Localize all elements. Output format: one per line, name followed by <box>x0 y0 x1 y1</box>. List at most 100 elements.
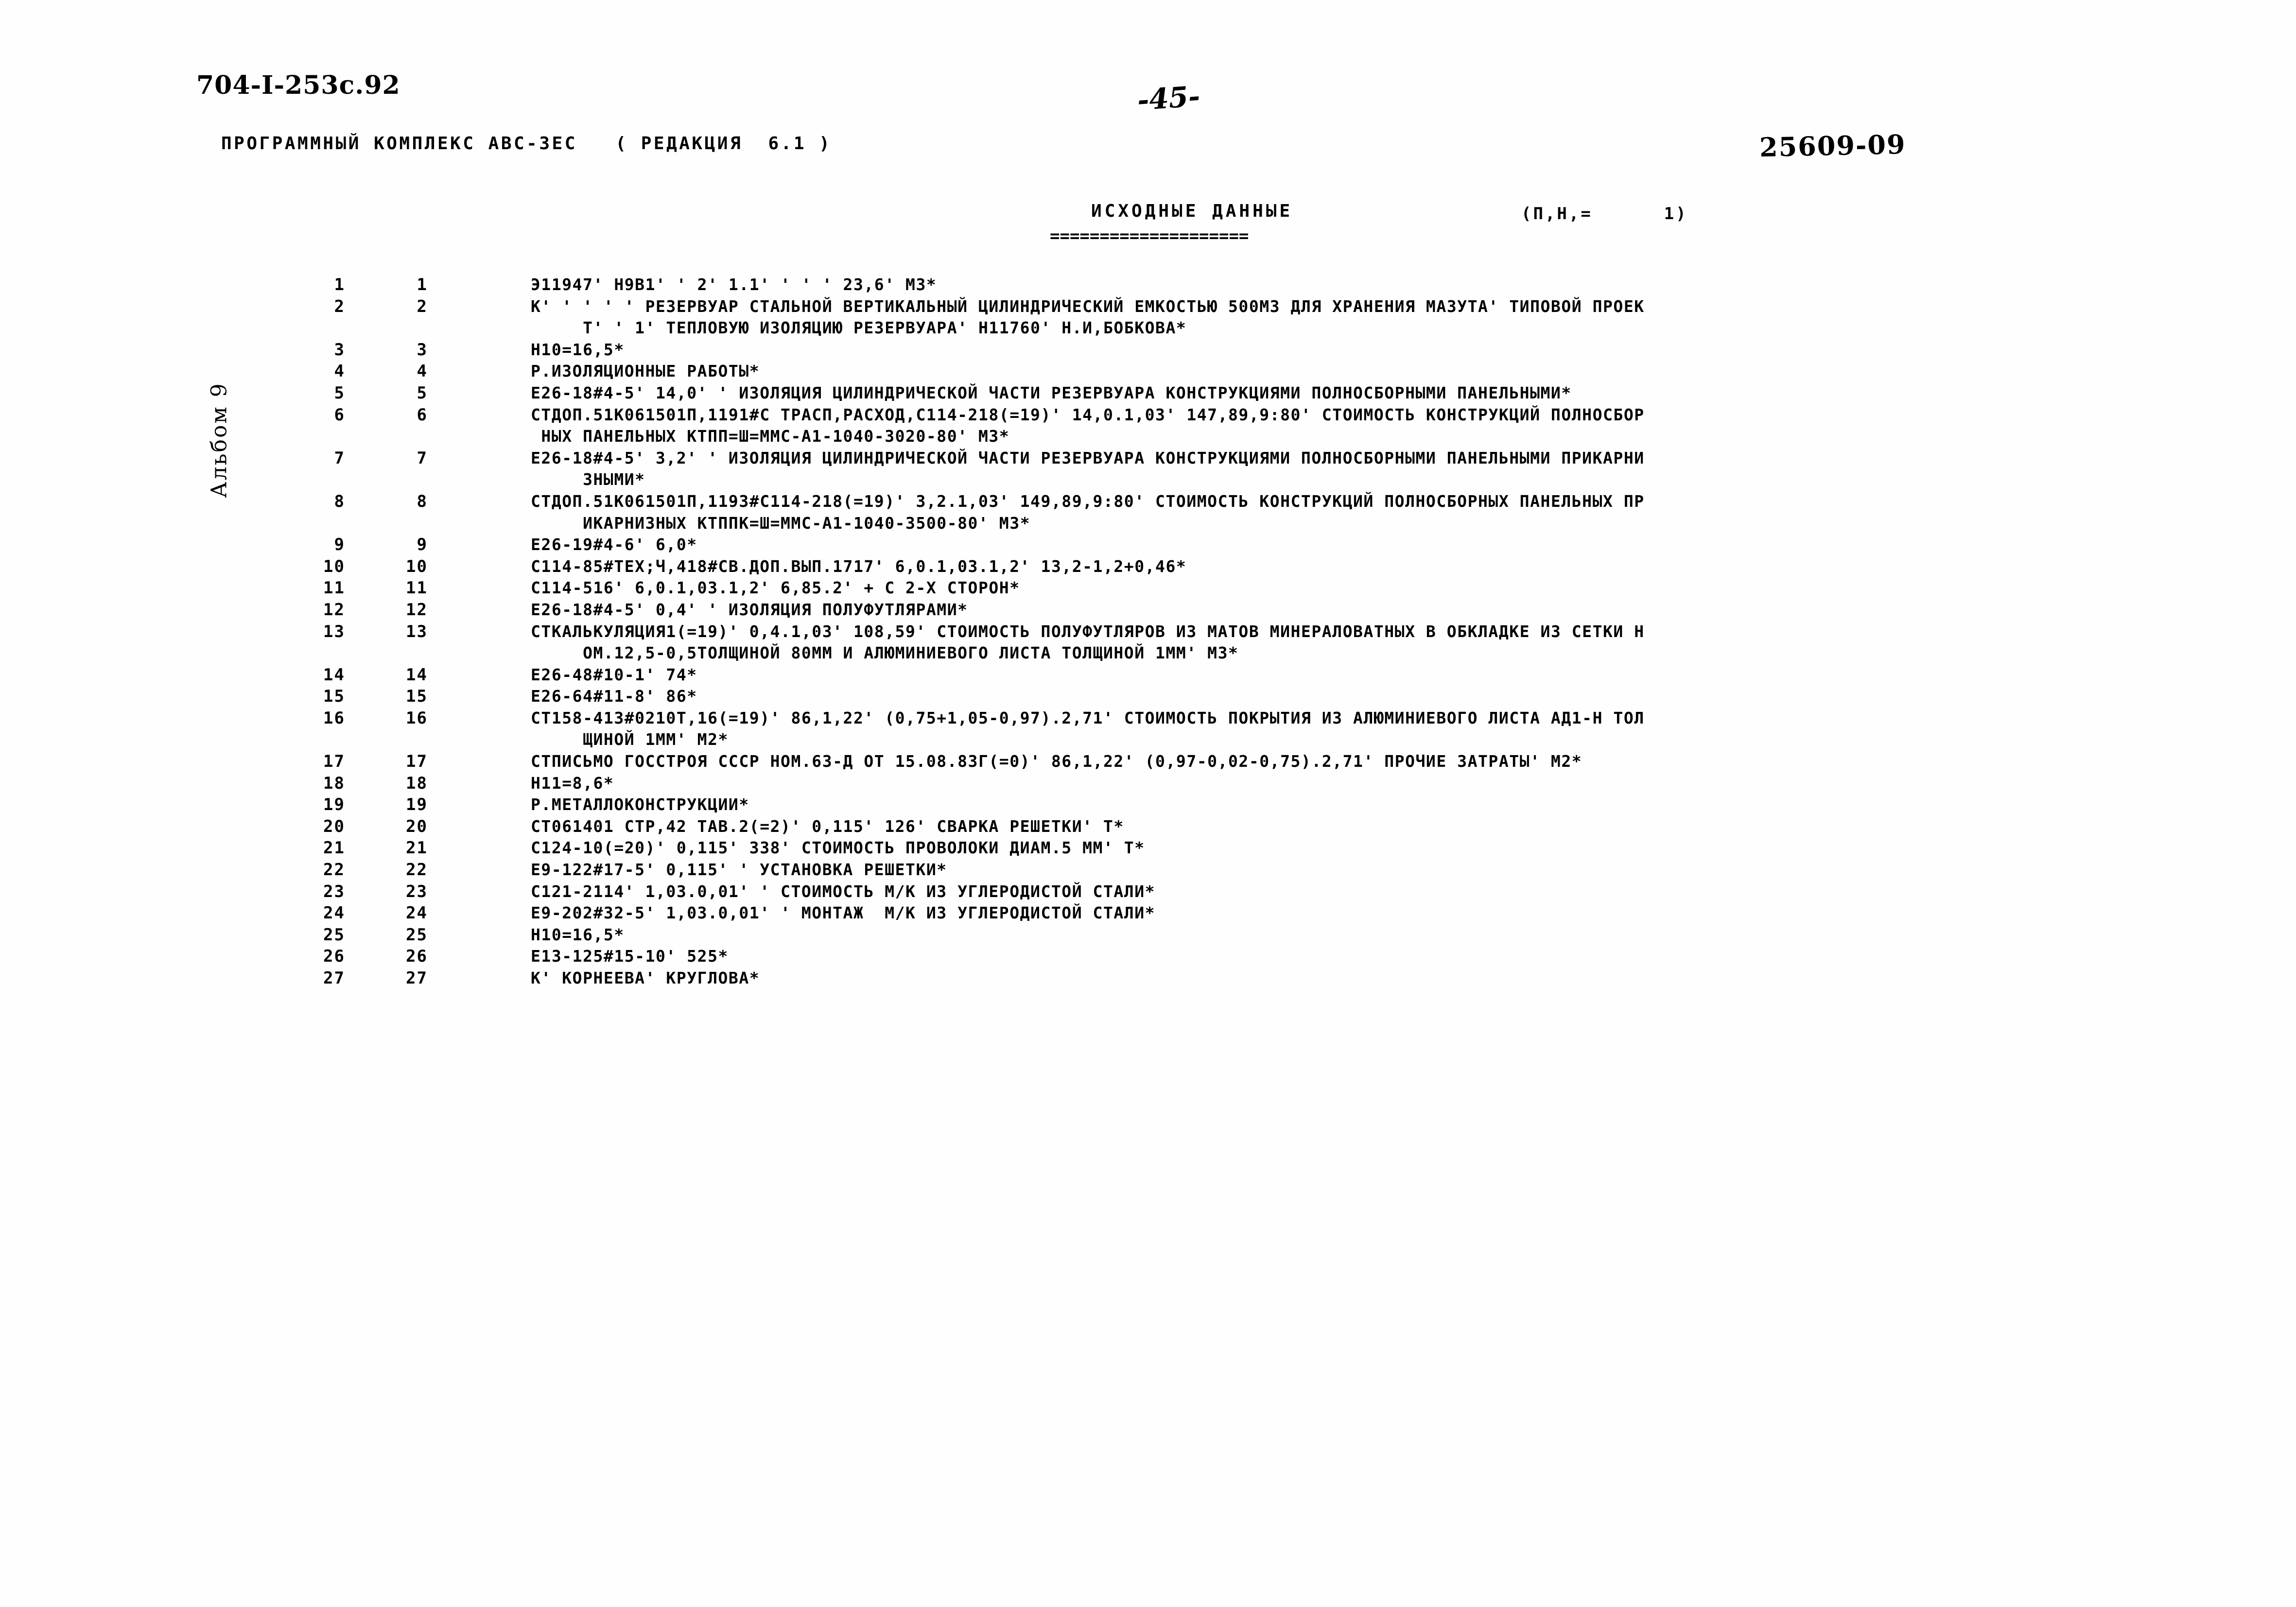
listing-row: 16 16 СТ158-413#0210Т,16(=19)' 86,1,22' (0… <box>0 708 2296 730</box>
row-text: Е26-18#4-5' 3,2' ' ИЗОЛЯЦИЯ ЦИЛИНДРИЧЕСК… <box>531 448 1645 467</box>
row-index-secondary: 16 <box>406 708 428 728</box>
row-text: СТКАЛЬКУЛЯЦИЯ1(=19)' 0,4.1,03' 108,59' С… <box>531 622 1645 641</box>
row-text: СТ061401 СТР,42 ТАВ.2(=2)' 0,115' 126' С… <box>531 816 1124 836</box>
row-text: С124-10(=20)' 0,115' 338' СТОИМОСТЬ ПРОВ… <box>531 838 1145 858</box>
listing-row: 15 15 Е26-64#11-8' 86* <box>0 687 2296 708</box>
row-index-secondary: 21 <box>406 838 428 858</box>
listing-row: ОМ.12,5-0,5ТОЛЩИНОЙ 80ММ И АЛЮМИНИЕВОГО … <box>0 643 2296 665</box>
row-index-secondary: 22 <box>406 860 428 880</box>
row-index-secondary: 26 <box>406 947 428 967</box>
row-text: С121-2114' 1,03.0,01' ' СТОИМОСТЬ М/К ИЗ… <box>531 881 1156 901</box>
row-index-secondary: 2 <box>417 296 428 316</box>
listing-row: Т' ' 1' ТЕПЛОВУЮ ИЗОЛЯЦИЮ РЕЗЕРВУАРА' Н1… <box>0 318 2296 340</box>
listing-row: НЫХ ПАНЕЛЬНЫХ КТПП=Ш=ММС-А1-1040-3020-80… <box>0 427 2296 449</box>
listing-row: 11 11 С114-516' 6,0.1,03.1,2' 6,85.2' + С … <box>0 578 2296 600</box>
row-text: Е26-18#4-5' 0,4' ' ИЗОЛЯЦИЯ ПОЛУФУТЛЯРАМ… <box>531 600 968 619</box>
row-index-primary: 6 <box>334 405 345 425</box>
listing-row: 21 21 С124-10(=20)' 0,115' 338' СТОИМОСТЬ … <box>0 838 2296 860</box>
row-text: Е9-122#17-5' 0,115' ' УСТАНОВКА РЕШЕТКИ* <box>531 860 947 880</box>
row-index-secondary: 14 <box>406 665 428 685</box>
listing-row: 24 24 Е9-202#32-5' 1,03.0,01' ' МОНТАЖ М/К… <box>0 903 2296 925</box>
listing-row: 18 18 Н11=8,6* <box>0 774 2296 795</box>
row-index-secondary: 24 <box>406 903 428 923</box>
row-text: Р.МЕТАЛЛОКОНСТРУКЦИИ* <box>531 795 749 814</box>
row-index-primary: 17 <box>323 752 345 772</box>
row-index-secondary: 25 <box>406 925 428 945</box>
listing-row: 20 20 СТ061401 СТР,42 ТАВ.2(=2)' 0,115' 12… <box>0 817 2296 839</box>
row-index-primary: 9 <box>334 535 345 555</box>
archive-stamp-number: 25609-09 <box>1759 128 1907 163</box>
listing-row: 23 23 С121-2114' 1,03.0,01' ' СТОИМОСТЬ М/… <box>0 882 2296 904</box>
row-text: ОМ.12,5-0,5ТОЛЩИНОЙ 80ММ И АЛЮМИНИЕВОГО … <box>531 643 1239 663</box>
row-index-secondary: 20 <box>406 816 428 836</box>
row-index-primary: 25 <box>323 925 345 945</box>
row-text: СТДОП.51К061501П,1193#С114-218(=19)' 3,2… <box>531 491 1645 511</box>
row-index-secondary: 17 <box>406 752 428 772</box>
row-text: С114-85#ТЕХ;Ч,418#СВ.ДОП.ВЫП.1717' 6,0.1… <box>531 556 1187 576</box>
listing-row: 6 6 СТДОП.51К061501П,1191#С ТРАСП,РАСХОД,С… <box>0 405 2296 427</box>
row-text: Н10=16,5* <box>531 925 625 944</box>
row-index-secondary: 7 <box>417 448 428 468</box>
row-index-secondary: 13 <box>406 622 428 641</box>
listing-row: ЩИНОЙ 1ММ' М2* <box>0 730 2296 752</box>
listing-row: 17 17 СТПИСЬМО ГОССТРОЯ СССР НОМ.63-Д ОТ 1… <box>0 752 2296 774</box>
row-index-secondary: 27 <box>406 968 428 988</box>
row-text: Н11=8,6* <box>531 773 614 793</box>
row-text: СТПИСЬМО ГОССТРОЯ СССР НОМ.63-Д ОТ 15.08… <box>531 752 1583 771</box>
listing-row: 26 26 Е13-125#15-10' 525* <box>0 947 2296 968</box>
row-index-primary: 24 <box>323 903 345 923</box>
row-text: Е26-48#10-1' 74* <box>531 665 697 684</box>
row-text: К' КОРНЕЕВА' КРУГЛОВА* <box>531 968 760 987</box>
row-index-primary: 3 <box>334 340 345 360</box>
row-text: Е26-64#11-8' 86* <box>531 687 697 706</box>
row-index-secondary: 4 <box>417 362 428 381</box>
listing-row: 7 7 Е26-18#4-5' 3,2' ' ИЗОЛЯЦИЯ ЦИЛИНДРИЧЕ… <box>0 449 2296 470</box>
listing-row: 8 8 СТДОП.51К061501П,1193#С114-218(=19)' 3… <box>0 492 2296 514</box>
row-index-secondary: 9 <box>417 535 428 555</box>
row-index-primary: 13 <box>323 622 345 641</box>
row-index-primary: 18 <box>323 773 345 793</box>
row-index-primary: 22 <box>323 860 345 880</box>
row-index-primary: 20 <box>323 816 345 836</box>
row-text: Н10=16,5* <box>531 340 625 359</box>
row-index-primary: 7 <box>334 448 345 468</box>
row-index-primary: 16 <box>323 708 345 728</box>
listing-row: 12 12 Е26-18#4-5' 0,4' ' ИЗОЛЯЦИЯ ПОЛУФУТЛ… <box>0 600 2296 622</box>
listing-row: 22 22 Е9-122#17-5' 0,115' ' УСТАНОВКА РЕШЕ… <box>0 860 2296 882</box>
row-index-primary: 2 <box>334 296 345 316</box>
row-text: Е26-19#4-6' 6,0* <box>531 535 697 554</box>
listing-row: 1 1 Э11947' Н9В1' ' 2' 1.1' ' ' ' 23,6' М3… <box>0 275 2296 297</box>
title-page-marker: (П,Н,= 1) <box>1521 204 1688 224</box>
row-text: Е13-125#15-10' 525* <box>531 947 729 966</box>
row-index-secondary: 12 <box>406 600 428 620</box>
row-index-primary: 23 <box>323 881 345 901</box>
listing-row: ИКАРНИЗНЫХ КТППК=Ш=ММС-А1-1040-3500-80' … <box>0 514 2296 536</box>
row-index-primary: 11 <box>323 578 345 598</box>
listing-row: 25 25 Н10=16,5* <box>0 925 2296 947</box>
document-page: 704-I-253с.92 -45- 25609-09 ПРОГРАММНЫЙ … <box>0 0 2296 1607</box>
row-index-primary: 10 <box>323 556 345 576</box>
row-index-secondary: 23 <box>406 881 428 901</box>
page-title: ИСХОДНЫЕ ДАННЫЕ <box>1091 201 1293 221</box>
row-text: НЫХ ПАНЕЛЬНЫХ КТПП=Ш=ММС-А1-1040-3020-80… <box>531 427 1010 446</box>
listing-row: 27 27 К' КОРНЕЕВА' КРУГЛОВА* <box>0 968 2296 990</box>
row-text: Е26-18#4-5' 14,0' ' ИЗОЛЯЦИЯ ЦИЛИНДРИЧЕС… <box>531 383 1572 402</box>
listing-row: ЗНЫМИ* <box>0 470 2296 492</box>
row-text: Э11947' Н9В1' ' 2' 1.1' ' ' ' 23,6' М3* <box>531 275 937 294</box>
listing-row: 14 14 Е26-48#10-1' 74* <box>0 665 2296 687</box>
row-index-secondary: 8 <box>417 491 428 511</box>
listing-row: 4 4 Р.ИЗОЛЯЦИОННЫЕ РАБОТЫ* <box>0 362 2296 383</box>
row-index-primary: 1 <box>334 275 345 294</box>
handwritten-page-number: -45- <box>1136 79 1201 117</box>
row-text: Т' ' 1' ТЕПЛОВУЮ ИЗОЛЯЦИЮ РЕЗЕРВУАРА' Н1… <box>531 318 1187 338</box>
row-index-primary: 15 <box>323 687 345 707</box>
row-text: СТДОП.51К061501П,1191#С ТРАСП,РАСХОД,С11… <box>531 405 1645 424</box>
row-index-primary: 19 <box>323 795 345 815</box>
row-index-primary: 14 <box>323 665 345 685</box>
listing-row: 3 3 Н10=16,5* <box>0 340 2296 362</box>
row-index-secondary: 5 <box>417 383 428 403</box>
listing-row: 9 9 Е26-19#4-6' 6,0* <box>0 535 2296 557</box>
row-index-secondary: 11 <box>406 578 428 598</box>
listing-row: 2 2 К' ' ' ' ' РЕЗЕРВУАР СТАЛЬНОЙ ВЕРТИКАЛ… <box>0 297 2296 319</box>
listing-row: 13 13 СТКАЛЬКУЛЯЦИЯ1(=19)' 0,4.1,03' 108,5… <box>0 622 2296 644</box>
